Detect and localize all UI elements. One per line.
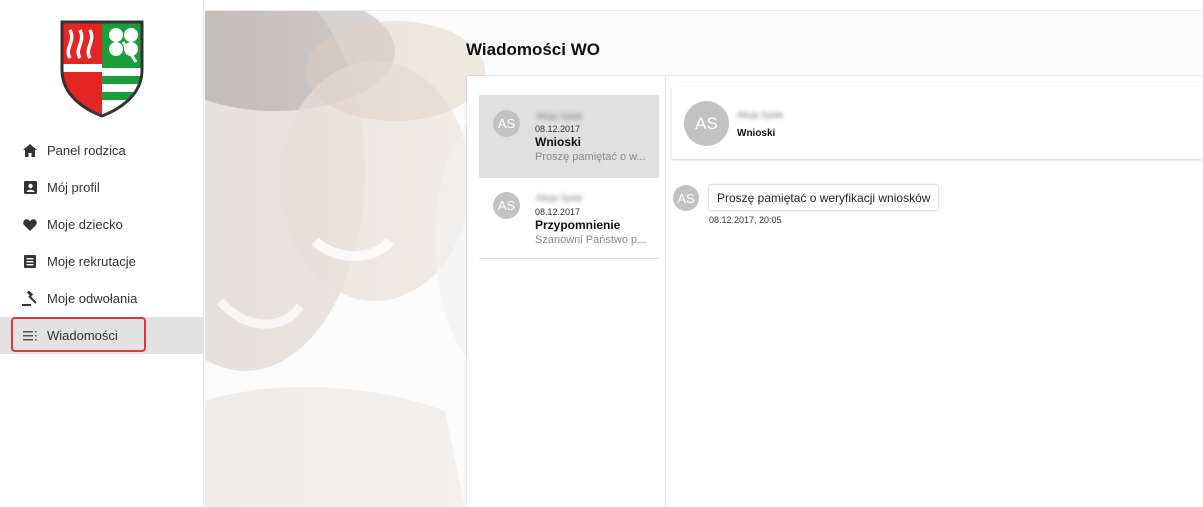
conversation-subject: Wnioski	[535, 135, 582, 149]
sidebar-item-label: Mój profil	[47, 180, 100, 195]
conversation-divider	[479, 258, 659, 259]
home-icon	[22, 143, 38, 159]
thread-header	[672, 87, 1203, 159]
sidebar-item-label: Moje odwołania	[47, 291, 138, 306]
sidebar-item-label: Panel rodzica	[47, 143, 126, 158]
conversation-date: 08.12.2017	[535, 124, 581, 134]
sidebar-nav: Panel rodzica Mój profil Moje dziecko Mo…	[0, 132, 204, 354]
municipality-crest-logo	[58, 18, 146, 118]
conversation-subject: Przypomnienie	[535, 218, 621, 232]
sender-name: Alicja Sytek	[737, 110, 784, 120]
sidebar-item-panel-rodzica[interactable]: Panel rodzica	[0, 132, 204, 169]
panel-divider	[665, 76, 666, 507]
sidebar-item-moj-profil[interactable]: Mój profil	[0, 169, 204, 206]
avatar: AS	[493, 192, 520, 219]
gavel-icon	[22, 291, 38, 307]
sidebar: Panel rodzica Mój profil Moje dziecko Mo…	[0, 0, 204, 507]
avatar: AS	[684, 101, 729, 146]
sidebar-item-moje-rekrutacje[interactable]: Moje rekrutacje	[0, 243, 204, 280]
page-title: Wiadomości WO	[466, 40, 600, 59]
conversation-preview: Proszę pamiętać o w...	[535, 151, 646, 163]
avatar: AS	[493, 110, 520, 137]
sidebar-item-label: Moje dziecko	[47, 217, 123, 232]
active-highlight-outline	[11, 317, 146, 352]
document-list-icon	[22, 254, 38, 270]
sidebar-item-moje-odwolania[interactable]: Moje odwołania	[0, 280, 204, 317]
avatar: AS	[673, 185, 699, 211]
thread-subject: Wnioski	[737, 128, 776, 139]
sidebar-item-moje-dziecko[interactable]: Moje dziecko	[0, 206, 204, 243]
sidebar-item-label: Moje rekrutacje	[47, 254, 136, 269]
conversation-preview: Szanowni Państwo p...	[535, 234, 647, 246]
profile-card-icon	[22, 180, 38, 196]
conversation-date: 08.12.2017	[535, 207, 581, 217]
sidebar-item-wiadomosci[interactable]: Wiadomości	[0, 317, 204, 354]
heart-icon	[22, 217, 38, 233]
sender-name: Alicja Sytek	[536, 193, 583, 203]
message-timestamp: 08.12.2017, 20:05	[709, 215, 782, 225]
sender-name: Alicja Sytek	[536, 111, 583, 121]
message-bubble: Proszę pamiętać o weryfikacji wniosków	[709, 185, 939, 210]
